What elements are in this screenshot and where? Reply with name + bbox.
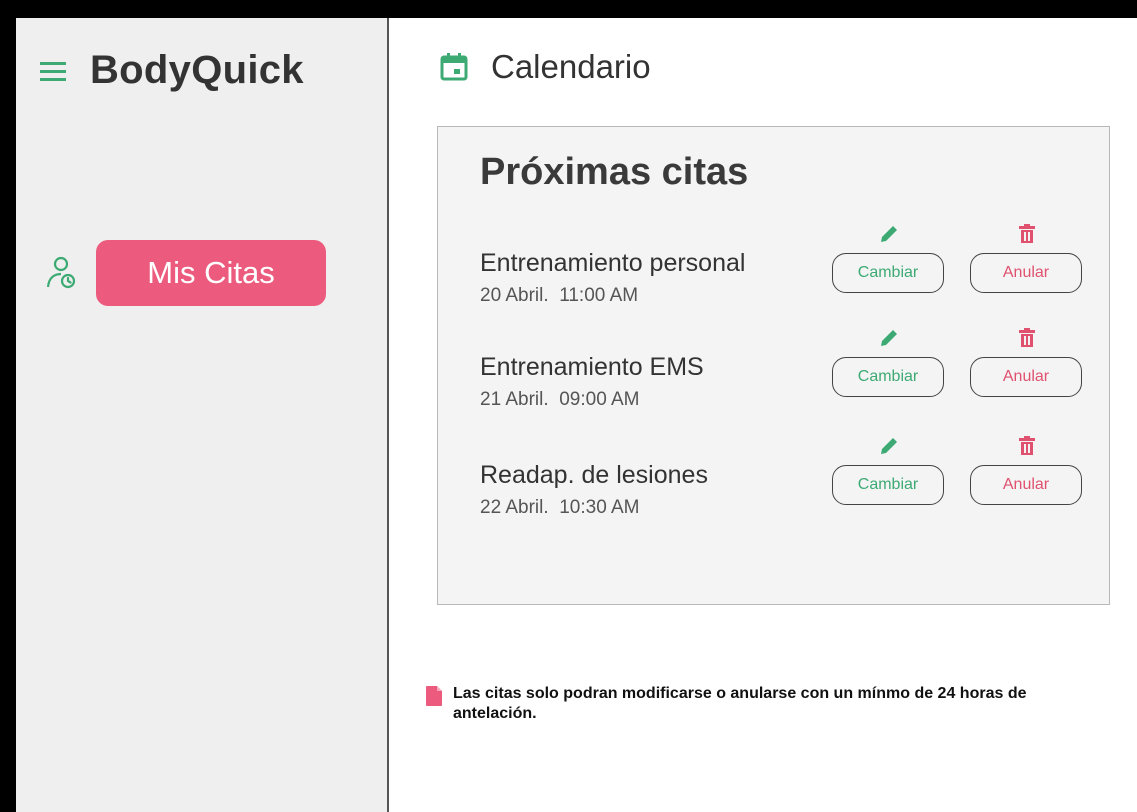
brand: BodyQuick — [38, 48, 304, 93]
document-icon — [425, 685, 443, 707]
page-title: Calendario — [491, 48, 651, 85]
appointment-date: 21 Abril. 09:00 AM — [480, 389, 640, 410]
card-title: Próximas citas — [480, 151, 749, 193]
appointment-name: Entrenamiento personal — [480, 249, 746, 277]
cancel-button[interactable]: Anular — [970, 357, 1082, 397]
trash-icon[interactable] — [1016, 223, 1038, 245]
pencil-icon[interactable] — [878, 223, 900, 245]
page-header: Calendario — [439, 48, 651, 86]
sidebar-item-mis-citas[interactable]: Mis Citas — [44, 240, 326, 306]
appointment-item: Entrenamiento personal 20 Abril. 11:00 A… — [480, 223, 1090, 323]
cancel-button[interactable]: Anular — [970, 253, 1082, 293]
hamburger-menu-icon[interactable] — [38, 59, 72, 83]
pencil-icon[interactable] — [878, 435, 900, 457]
app-name: BodyQuick — [90, 48, 304, 92]
pencil-icon[interactable] — [878, 327, 900, 349]
appointment-date: 22 Abril. 10:30 AM — [480, 497, 640, 518]
sidebar-item-label[interactable]: Mis Citas — [96, 240, 326, 306]
notice: Las citas solo podran modificarse o anul… — [425, 684, 1093, 724]
app-window: BodyQuick Mis Citas Calendario Próximas … — [16, 18, 1137, 812]
change-button[interactable]: Cambiar — [832, 465, 944, 505]
change-button[interactable]: Cambiar — [832, 253, 944, 293]
appointment-name: Readap. de lesiones — [480, 461, 708, 489]
change-button[interactable]: Cambiar — [832, 357, 944, 397]
appointment-item: Entrenamiento EMS 21 Abril. 09:00 AM Cam… — [480, 327, 1090, 427]
appointments-card: Próximas citas Entrenamiento personal 20… — [437, 126, 1110, 605]
appointment-item: Readap. de lesiones 22 Abril. 10:30 AM C… — [480, 435, 1090, 535]
user-clock-icon — [44, 255, 80, 291]
calendar-icon — [439, 52, 469, 82]
notice-text: Las citas solo podran modificarse o anul… — [453, 685, 1027, 722]
main-content: Calendario Próximas citas Entrenamiento … — [389, 18, 1137, 812]
appointment-date: 20 Abril. 11:00 AM — [480, 285, 639, 306]
cancel-button[interactable]: Anular — [970, 465, 1082, 505]
trash-icon[interactable] — [1016, 327, 1038, 349]
appointment-name: Entrenamiento EMS — [480, 353, 704, 381]
trash-icon[interactable] — [1016, 435, 1038, 457]
sidebar: BodyQuick Mis Citas — [16, 18, 389, 812]
